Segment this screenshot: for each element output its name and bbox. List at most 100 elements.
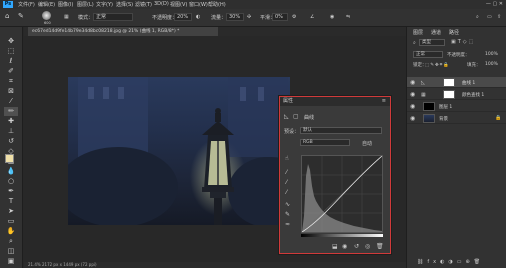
settings-gear-icon[interactable]: ⚙ xyxy=(292,14,296,20)
menu-image[interactable]: 图像(I) xyxy=(58,1,73,8)
layer-filter-select[interactable]: 类型 xyxy=(419,39,445,46)
layer-name[interactable]: 颜色查找 1 xyxy=(462,92,484,98)
curves-adjustment-icon: ◺ xyxy=(421,80,425,86)
marquee-tool-icon[interactable]: ⬚ xyxy=(4,47,18,56)
layer-row[interactable]: ◉ 图层 1 xyxy=(407,101,506,112)
draw-curve-icon[interactable]: ✎ xyxy=(285,211,290,218)
smoothing-field[interactable]: 0% xyxy=(272,13,288,21)
edit-curve-points-icon[interactable]: ∿ xyxy=(285,201,290,208)
curves-graph[interactable] xyxy=(301,155,383,233)
targeted-adjust-icon[interactable]: ☝ xyxy=(285,155,289,162)
move-tool-icon[interactable]: ✥ xyxy=(4,37,18,46)
preset-select[interactable]: 默认 xyxy=(300,127,382,134)
search-icon[interactable]: ⌕ xyxy=(476,14,479,20)
zoom-tool-icon[interactable]: ⌕ xyxy=(4,237,18,246)
share-icon[interactable]: ⇪ xyxy=(497,14,501,20)
view-previous-icon[interactable]: ◉ xyxy=(342,243,347,250)
angle-icon[interactable]: ∠ xyxy=(310,14,314,20)
layer-thumb[interactable] xyxy=(423,114,435,123)
black-point-eyedropper-icon[interactable]: ⁄ xyxy=(286,169,287,176)
layer-row[interactable]: ◉ ◺ 曲线 1 xyxy=(407,77,506,88)
layer-thumb[interactable] xyxy=(423,102,435,111)
blend-mode-select[interactable]: 正常 xyxy=(413,51,443,58)
menu-layer[interactable]: 图层(L) xyxy=(77,1,94,8)
pen-tool-icon[interactable]: ✒ xyxy=(4,187,18,196)
smooth-curve-icon[interactable]: ≈ xyxy=(285,221,290,228)
frame-tool-icon[interactable]: ⊠ xyxy=(4,87,18,96)
pressure-opacity-icon[interactable]: ◐ xyxy=(196,14,200,20)
type-tool-icon[interactable]: T xyxy=(4,197,18,206)
brush-tool-icon[interactable]: ✏ xyxy=(4,107,18,116)
tab-channels[interactable]: 通道 xyxy=(431,29,441,36)
blur-tool-icon[interactable]: 💧 xyxy=(4,167,18,176)
clip-to-layer-icon[interactable]: ⬓ xyxy=(332,243,338,250)
filter-icons[interactable]: ▣T◇⬚ xyxy=(451,39,475,45)
brush-tool-icon[interactable]: ✎ xyxy=(18,12,24,20)
opacity-field[interactable]: 20% xyxy=(174,13,192,21)
hand-tool-icon[interactable]: ✋ xyxy=(4,227,18,236)
menu-window[interactable]: 窗口(W) xyxy=(189,1,208,8)
reset-icon[interactable]: ↺ xyxy=(354,243,359,250)
visibility-icon[interactable]: ◎ xyxy=(365,243,370,250)
visibility-eye-icon[interactable]: ◉ xyxy=(410,115,415,122)
brush-preset-icon[interactable] xyxy=(42,11,51,20)
visibility-eye-icon[interactable]: ◉ xyxy=(410,79,415,86)
layer-name[interactable]: 曲线 1 xyxy=(462,80,475,86)
flow-field[interactable]: 30% xyxy=(226,13,244,21)
brush-settings-icon[interactable]: ▦ xyxy=(64,14,69,20)
channel-select[interactable]: RGB xyxy=(300,139,350,146)
tab-layers[interactable]: 图层 xyxy=(413,29,423,36)
layer-row[interactable]: ◉ 背景 🔒 xyxy=(407,113,506,124)
layer-name[interactable]: 背景 xyxy=(439,116,448,122)
quick-select-tool-icon[interactable]: ✐ xyxy=(4,67,18,76)
white-point-eyedropper-icon[interactable]: ⁄ xyxy=(286,189,287,196)
lasso-tool-icon[interactable]: ℓ xyxy=(4,57,18,66)
menu-file[interactable]: 文件(F) xyxy=(18,1,35,8)
panel-menu-icon[interactable]: ≡ xyxy=(382,98,386,104)
layer-row[interactable]: ◉ ▦ 颜色查找 1 xyxy=(407,89,506,100)
foreground-color-swatch[interactable] xyxy=(5,154,14,163)
path-select-tool-icon[interactable]: ➤ xyxy=(4,207,18,216)
workspace-icon[interactable]: ▭ xyxy=(487,14,492,20)
search-icon: ⌕ xyxy=(413,40,416,46)
healing-tool-icon[interactable]: ✚ xyxy=(4,117,18,126)
menu-view[interactable]: 视图(V) xyxy=(170,1,187,8)
visibility-eye-icon[interactable]: ◉ xyxy=(410,103,415,110)
dodge-tool-icon[interactable]: ○ xyxy=(4,177,18,186)
document-tab[interactable]: ec67ed14d9fe14b79e34d8bc08218.jpg @ 21% … xyxy=(28,27,218,36)
tab-paths[interactable]: 路径 xyxy=(449,29,459,36)
quick-mask-icon[interactable]: ◫ xyxy=(4,247,18,256)
airbrush-icon[interactable]: ✣ xyxy=(247,14,251,20)
options-bar: ⌂ ✎ 600 ▦ 模式： 正常 不透明度： 20% ◐ 流量： 30% ✣ 平… xyxy=(0,9,506,27)
screen-mode-icon[interactable]: ▣ xyxy=(4,257,18,266)
delete-icon[interactable]: 🗑 xyxy=(376,243,384,250)
layer-name[interactable]: 图层 1 xyxy=(439,104,452,110)
shape-tool-icon[interactable]: ▭ xyxy=(4,217,18,226)
menu-type[interactable]: 文字(Y) xyxy=(96,1,113,8)
layer-opacity-value[interactable]: 100% xyxy=(485,52,498,57)
window-controls[interactable]: — ▢ ✕ xyxy=(486,1,503,7)
clone-stamp-tool-icon[interactable]: ⊥ xyxy=(4,127,18,136)
lock-icons[interactable]: ⬚✎✥⌗🔒 xyxy=(425,62,450,68)
visibility-eye-icon[interactable]: ◉ xyxy=(410,91,415,98)
fill-value[interactable]: 100% xyxy=(485,62,498,67)
menu-edit[interactable]: 编辑(E) xyxy=(38,1,55,8)
symmetry-icon[interactable]: ⇋ xyxy=(346,14,350,20)
menu-3d[interactable]: 3D(D) xyxy=(154,1,169,7)
auto-button[interactable]: 自动 xyxy=(362,140,372,147)
pressure-size-icon[interactable]: ◉ xyxy=(330,14,334,20)
history-brush-tool-icon[interactable]: ↺ xyxy=(4,137,18,146)
mask-icon[interactable]: ▢ xyxy=(293,113,299,120)
eyedropper-tool-icon[interactable]: ⁄ xyxy=(4,97,18,106)
layer-actions-icons[interactable]: ⛓fx◐◑▭⊕🗑 xyxy=(417,259,484,265)
menu-select[interactable]: 选择(S) xyxy=(116,1,133,8)
layer-mask-thumb[interactable] xyxy=(443,78,455,87)
gray-point-eyedropper-icon[interactable]: ⁄ xyxy=(286,179,287,186)
menu-filter[interactable]: 滤镜(T) xyxy=(135,1,152,8)
home-icon[interactable]: ⌂ xyxy=(5,12,9,20)
menu-help[interactable]: 帮助(H) xyxy=(208,1,226,8)
crop-tool-icon[interactable]: ⌗ xyxy=(4,77,18,86)
mode-select[interactable]: 正常 xyxy=(93,13,133,21)
lamp-photo[interactable] xyxy=(68,77,290,225)
layer-mask-thumb[interactable] xyxy=(443,90,455,99)
